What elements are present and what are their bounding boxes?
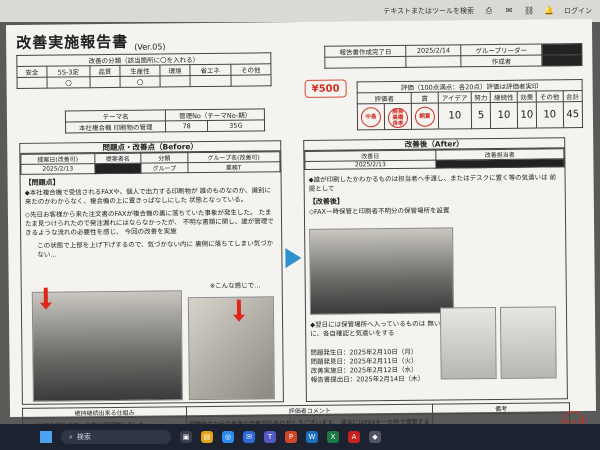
- class-cell: 品質: [89, 65, 120, 77]
- before-panel: 問題点・改善点（Before） 提案日(改善可) 提案者名 分類 グループ名(改…: [19, 140, 284, 405]
- before-info-table: 提案日(改善可) 提案者名 分類 グループ名(改善可) 2025/2/13 グル…: [20, 151, 281, 175]
- theme-name: 本社複合機 印刷物の管理: [65, 120, 166, 133]
- before-col: 提案者名: [94, 153, 142, 164]
- print-icon[interactable]: ⎙: [484, 6, 494, 16]
- mail-icon[interactable]: ✉: [504, 6, 514, 16]
- eval-col: 継続性: [490, 91, 518, 103]
- before-col: 分類: [141, 152, 188, 164]
- class-mark: [190, 75, 231, 87]
- link-icon[interactable]: ⛓: [524, 6, 534, 16]
- after-text-3: ◆翌日には保管場所へ入っているものは 無いように、各自確認と気遣いをする: [310, 319, 454, 338]
- report-header-table: 報告書作成完了日 2025/2/14 グループリーダー 作成者: [324, 43, 582, 69]
- theme-ki: 35G: [207, 119, 265, 132]
- class-mark: 〇: [46, 76, 91, 89]
- viewer-toolbar: テキストまたはツールを検索 ⎙ ✉ ⛓ 🔔 ログイン: [0, 0, 600, 22]
- task-view-icon[interactable]: ▣: [180, 431, 192, 443]
- theme-table: テーマ名 管理No（テーマNo-期） 本社複合機 印刷物の管理 78 35G: [65, 108, 265, 133]
- report-document: 改善実施報告書 (Ver.05) 改善の分類（該当箇所に〇を入れる） 安全 5S…: [5, 18, 597, 441]
- evaluator-stamp: 中島: [360, 106, 382, 127]
- evaluator-label: 評価者: [357, 92, 412, 104]
- redacted-name: [541, 43, 582, 55]
- evaluator-stamp: 廃長 高橋 良孝: [387, 107, 408, 129]
- class-mark: [17, 77, 47, 89]
- eval-total: 45: [562, 101, 583, 128]
- class-mark: [160, 75, 191, 87]
- photo-tray-1: [439, 306, 497, 380]
- class-mark: [230, 74, 272, 87]
- taskbar-search-label: 検索: [76, 433, 91, 441]
- classification-table: 改善の分類（該当箇所に〇を入れる） 安全 5S-3定 品質 生産性 環境 省エネ…: [16, 52, 272, 89]
- class-cell: 生産性: [119, 64, 161, 77]
- eval-col: その他: [536, 90, 563, 103]
- theme-mgmt-header: 管理No（テーマNo-期）: [165, 108, 265, 121]
- eval-col: 努力: [471, 91, 491, 103]
- browser-icon[interactable]: ◎: [222, 431, 234, 443]
- powerpoint-icon[interactable]: P: [285, 431, 297, 443]
- eval-col: 効果: [516, 91, 537, 103]
- right-arrow-icon: [285, 247, 302, 269]
- photo-printer-before: [31, 290, 183, 402]
- redacted-name: [541, 54, 582, 66]
- mail-app-icon[interactable]: ✉: [243, 431, 255, 443]
- file-explorer-icon[interactable]: ▤: [201, 431, 213, 443]
- eval-val: 5: [471, 102, 491, 129]
- date-line: 報告書提出日：2025年2月14日（木）: [310, 374, 425, 384]
- class-cell: 安全: [16, 66, 47, 78]
- after-text-2: ◇FAX一時保管と印刷者不明分の保管場所を設置: [308, 206, 450, 216]
- bell-icon[interactable]: 🔔: [544, 6, 554, 16]
- eval-val: 10: [490, 102, 518, 129]
- eval-col: 合計: [562, 90, 583, 102]
- before-val: 2025/2/13: [20, 163, 95, 175]
- class-mark: [90, 76, 120, 88]
- teams-icon[interactable]: T: [264, 431, 276, 443]
- before-val: グループ: [141, 162, 188, 174]
- group-leader-label: グループリーダー: [460, 43, 542, 56]
- taskbar-search[interactable]: ⌕ 検索: [61, 430, 171, 444]
- problem-text-3: この状態で上部を上げ下げするので、気づかない内に 裏側に落ちてしまい気づかない…: [37, 239, 274, 259]
- before-val: 業務T: [187, 161, 281, 173]
- after-text-1: ◆誰が印刷したかわかるものは担当者へ手渡し、またはデスクに置く等の気遣いは 前提…: [308, 173, 557, 193]
- eval-col: アイデア: [438, 91, 472, 104]
- eval-val: 10: [438, 102, 472, 130]
- doc-version: (Ver.05): [134, 42, 166, 52]
- photo-printer-back: [187, 296, 275, 401]
- eval-val: 10: [517, 102, 537, 129]
- taskbar: ⌕ 検索 ▣ ▤ ◎ ✉ T P W X A ◆: [0, 424, 600, 450]
- red-arrow-icon: [236, 299, 242, 316]
- problem-text-1: ◆本社複合機で受信されるFAXや、個人で出力する印刷物が 誰のものなのか、識別に…: [24, 186, 272, 206]
- theme-no: 78: [165, 120, 208, 132]
- photo-tray-2: [499, 306, 557, 379]
- class-cell: 5S-3定: [46, 65, 91, 78]
- after-info-table: 改善日 改善担当者 2025/2/13: [304, 148, 564, 170]
- doc-title: 改善実施報告書: [16, 32, 129, 52]
- search-icon: ⌕: [69, 432, 73, 441]
- award-label: 賞: [411, 92, 439, 104]
- acrobat-icon[interactable]: A: [348, 431, 360, 443]
- report-date-label: 報告書作成完了日: [324, 45, 407, 58]
- eval-val: 10: [536, 101, 564, 129]
- word-icon[interactable]: W: [306, 431, 318, 443]
- red-arrow-icon: [43, 287, 48, 304]
- award-price: ¥500: [304, 79, 347, 98]
- problem-text-2: ◇先日お客様から来た注文書のFAXが複合機の裏に落ちていた事象が発生した。 たま…: [24, 208, 274, 237]
- after-panel: 改善後（After） 改善日 改善担当者 2025/2/13 ◆誰が印刷したかわ…: [303, 137, 568, 402]
- app-icon[interactable]: ◆: [369, 431, 381, 443]
- redacted-name: [94, 163, 142, 174]
- windows-start-icon[interactable]: [40, 431, 52, 443]
- photo-after-storage: [309, 227, 455, 315]
- login-button[interactable]: ログイン: [564, 6, 592, 16]
- photo-note: ※こんな感じで…: [209, 281, 261, 290]
- report-date: 2025/2/14: [406, 44, 461, 57]
- class-mark: 〇: [119, 75, 161, 88]
- class-cell: 省エネ: [189, 64, 231, 76]
- excel-icon[interactable]: X: [327, 431, 339, 443]
- author-label: 作成者: [460, 54, 542, 67]
- after-val: 2025/2/13: [304, 160, 436, 170]
- class-cell: その他: [230, 63, 271, 76]
- evaluation-table: 評価（100点満点：各20点）評価は評価者実印 評価者 賞 アイデア 努力 継続…: [357, 79, 584, 130]
- award-stamp: 銅賞: [414, 106, 435, 127]
- redacted-name: [435, 158, 564, 169]
- class-cell: 環境: [160, 64, 191, 76]
- tool-search-hint[interactable]: テキストまたはツールを検索: [383, 6, 474, 16]
